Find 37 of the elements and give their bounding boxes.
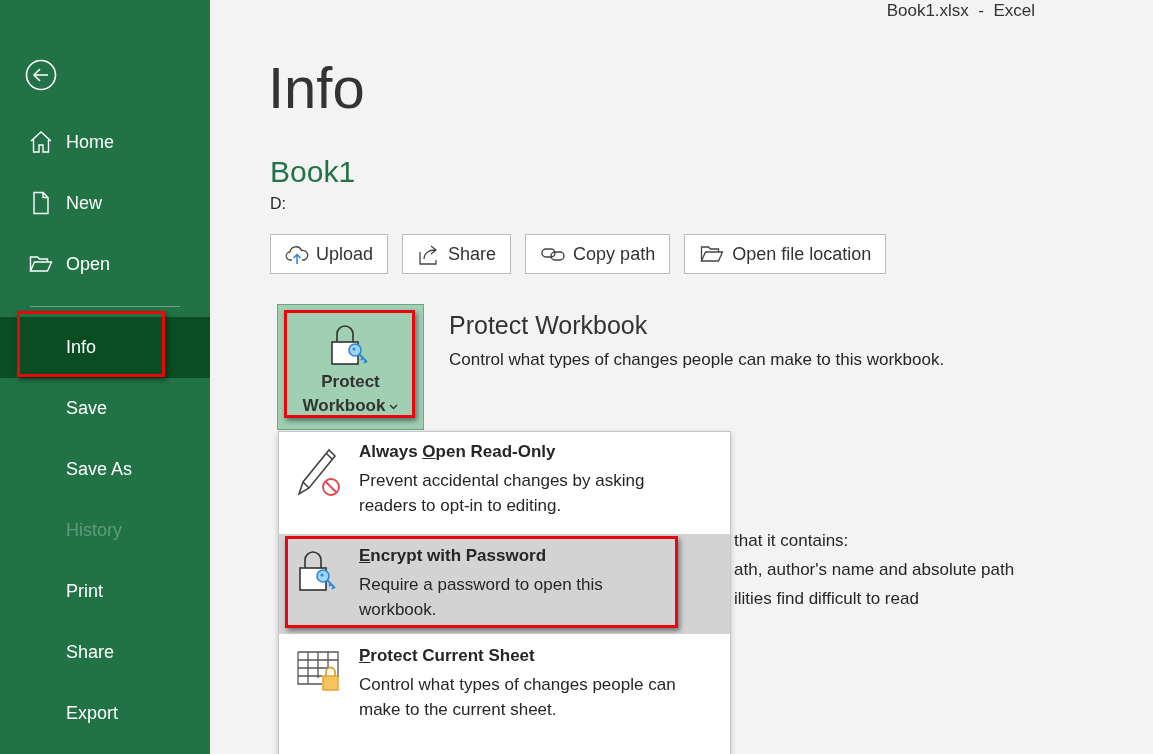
sidebar-item[interactable]: Home [0, 112, 210, 173]
sidebar-item[interactable]: Print [0, 561, 210, 622]
menu-item-description: Prevent accidental changes by asking readers to opt-in to editing. [359, 470, 646, 517]
action-button[interactable]: Upload [270, 234, 389, 274]
inspect-text: that it contains: [734, 530, 850, 552]
action-button[interactable]: Copy path [525, 234, 671, 274]
page-title: Info [268, 58, 366, 118]
sidebar-item[interactable]: Export [0, 683, 210, 744]
folder-icon [699, 243, 726, 265]
menu-item-title: Encrypt with Password [359, 545, 548, 567]
chevron-down-icon [389, 403, 399, 410]
action-button[interactable]: Share [402, 234, 512, 274]
document-path: D: [270, 194, 287, 214]
cloud-upload-icon [285, 243, 309, 265]
section-title: Protect Workbook [449, 310, 649, 340]
inspect-text: ilities find difficult to read [734, 588, 920, 610]
section-description: Control what types of changes people can make to this workbook. [449, 350, 945, 370]
menu-item-description: Control what types of changes people can make to the current sheet. [359, 674, 677, 721]
action-button[interactable]: Open file location [684, 234, 887, 274]
sidebar-item[interactable]: Info [0, 317, 210, 378]
sidebar-item[interactable]: New [0, 173, 210, 234]
protect-workbook-button[interactable]: Protect Workbook [277, 304, 424, 430]
sidebar-item[interactable]: Save [0, 378, 210, 439]
sidebar-item[interactable]: Share [0, 622, 210, 683]
sidebar-item[interactable]: Open [0, 234, 210, 295]
home-icon [28, 129, 54, 155]
menu-item[interactable]: Always Open Read-Only Prevent accidental changes by asking readers to opt-in to editing. [279, 440, 730, 534]
window-title: Book1.xlsx - Excel [885, 0, 1036, 22]
menu-item-description: Require a password to open this workbook. [359, 574, 604, 621]
menu-item[interactable]: Encrypt with Password Require a password to open this workbook. [279, 534, 730, 634]
sidebar-item[interactable]: Save As [0, 439, 210, 500]
document-name: Book1 [270, 156, 357, 188]
menu-item[interactable]: Protect Current Sheet Control what types of changes people can make to the current sheet. [279, 634, 730, 734]
inspect-text: ath, author's name and absolute path [734, 559, 1016, 581]
back-icon[interactable] [25, 59, 57, 91]
menu-item-title: Always Open Read-Only [359, 441, 557, 463]
menu-item-title: Protect Current Sheet [359, 645, 536, 667]
